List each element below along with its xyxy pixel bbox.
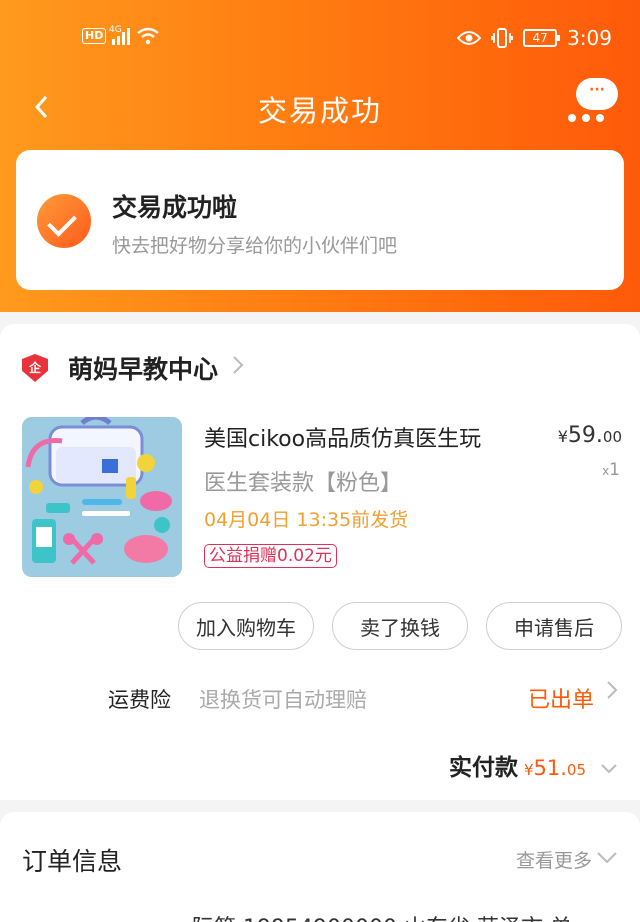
add-to-cart-button[interactable]: 加入购物车 xyxy=(178,602,314,650)
enterprise-shield-icon: 企 xyxy=(22,354,48,382)
status-right: 47 3:09 xyxy=(457,26,612,50)
chevron-down-icon[interactable] xyxy=(596,842,618,871)
price-currency: ¥ xyxy=(557,427,568,446)
qty-value: 1 xyxy=(609,460,620,480)
more-button[interactable]: ··· xyxy=(568,78,624,128)
product-quantity: x1 xyxy=(602,460,620,480)
more-dot xyxy=(582,114,590,122)
insurance-status[interactable]: 已出单 xyxy=(528,682,594,714)
success-subtitle: 快去把好物分享给你的小伙伴们吧 xyxy=(112,235,398,257)
product-title[interactable]: 美国cikoo高品质仿真医生玩 xyxy=(204,421,481,453)
shop-link[interactable]: 企 萌妈早教中心 xyxy=(22,348,244,388)
chevron-right-icon[interactable] xyxy=(606,680,618,706)
order-info-card: 订单信息 查看更多 阮筠 19954900000 山东省 菏泽市 单 xyxy=(0,812,640,922)
message-bubble-icon[interactable]: ··· xyxy=(576,78,618,110)
paid-amount-row[interactable]: 实付款 ¥51.05 xyxy=(449,748,618,782)
more-dot xyxy=(596,114,604,122)
vibrate-icon xyxy=(491,28,513,48)
paid-currency: ¥ xyxy=(523,761,534,779)
order-card: 企 萌妈早教中心 美国cikoo高品质仿真医生玩 ¥59.00 医生套装款【粉色… xyxy=(0,324,640,800)
success-card: 交易成功啦 快去把好物分享给你的小伙伴们吧 xyxy=(16,150,624,290)
page-title: 交易成功 xyxy=(257,94,382,128)
order-info-title: 订单信息 xyxy=(22,847,123,876)
receiver-line: 阮筠 19954900000 山东省 菏泽市 单 xyxy=(192,910,572,922)
check-circle-icon xyxy=(37,194,91,248)
battery-icon: 47 xyxy=(523,29,561,47)
charity-badge[interactable]: 公益捐赠0.02元 xyxy=(204,544,337,568)
view-more-link[interactable]: 查看更多 xyxy=(516,846,592,873)
paid-amount: ¥51.05 xyxy=(524,756,586,780)
shipping-note: 04月04日 13:35前发货 xyxy=(204,509,409,531)
product-image[interactable] xyxy=(22,417,182,577)
nav-bar: 交易成功 ··· xyxy=(0,78,640,136)
success-title: 交易成功啦 xyxy=(112,193,238,222)
price-int: 59. xyxy=(567,423,603,448)
shop-name: 萌妈早教中心 xyxy=(68,355,219,384)
paid-int: 51. xyxy=(533,756,567,780)
hd-badge: HD xyxy=(82,28,107,44)
product-sku: 医生套装款【粉色】 xyxy=(204,471,403,496)
price-dec: 00 xyxy=(602,428,622,446)
more-dot xyxy=(568,114,576,122)
status-bar: HD 4G 47 3:09 xyxy=(0,0,640,80)
after-sale-button[interactable]: 申请售后 xyxy=(486,602,622,650)
chevron-right-icon xyxy=(232,355,244,381)
resell-button[interactable]: 卖了换钱 xyxy=(332,602,468,650)
product-price: ¥59.00 xyxy=(558,423,622,448)
action-buttons: 加入购物车 卖了换钱 申请售后 xyxy=(178,602,622,650)
status-left: HD 4G xyxy=(82,25,160,45)
chevron-down-icon xyxy=(600,759,618,780)
network-label: 4G xyxy=(109,25,122,35)
doctor-toy-kit-image xyxy=(22,417,182,577)
insurance-description: 退换货可自动理赔 xyxy=(199,688,367,712)
paid-label: 实付款 xyxy=(448,755,518,781)
paid-dec: 05 xyxy=(566,761,586,779)
eye-icon xyxy=(457,31,482,45)
wifi-icon xyxy=(137,27,160,45)
insurance-label: 运费险 xyxy=(108,688,171,712)
clock: 3:09 xyxy=(567,26,612,50)
